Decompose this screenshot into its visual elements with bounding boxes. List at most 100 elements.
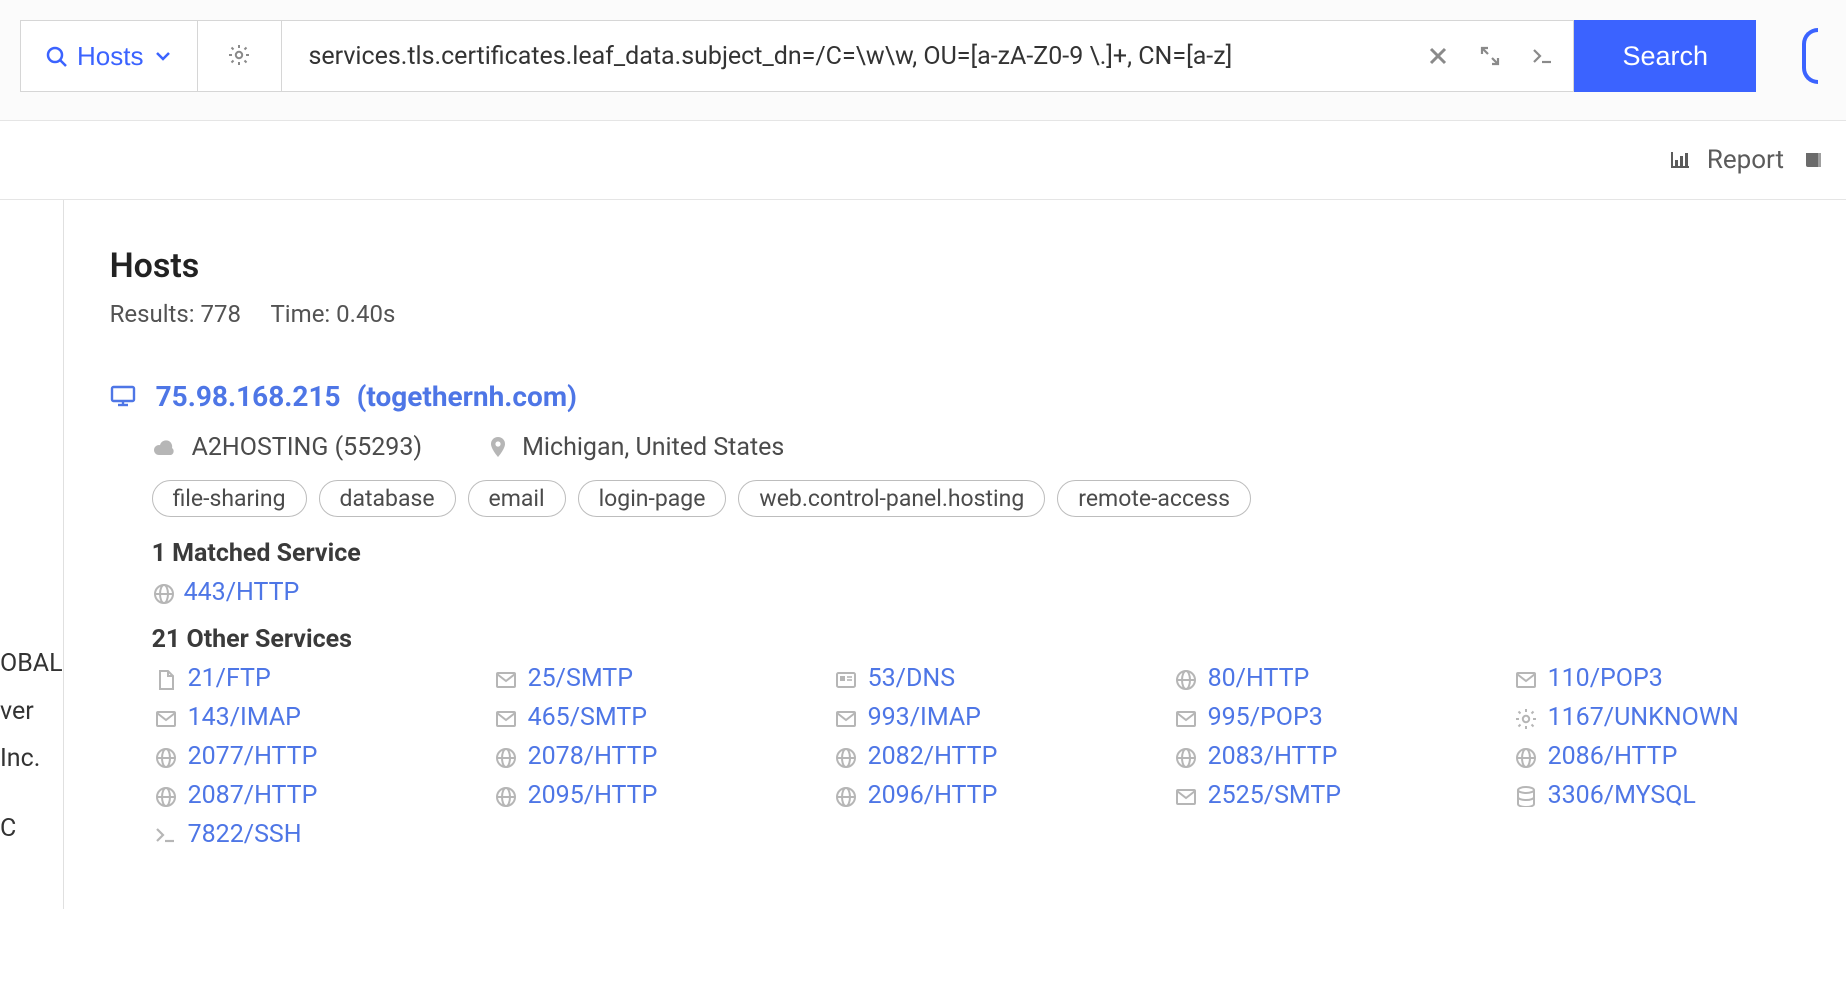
host-domain: (togethernh.com) (357, 380, 577, 413)
service-link[interactable]: 7822/SSH (188, 820, 302, 849)
service-link[interactable]: 143/IMAP (188, 703, 301, 732)
page-title: Hosts (110, 246, 1846, 286)
tag[interactable]: database (319, 480, 456, 517)
service-link[interactable]: 2087/HTTP (188, 781, 318, 810)
search-icon (45, 45, 67, 67)
envelope-icon (492, 668, 518, 690)
service-link[interactable]: 53/DNS (868, 664, 956, 693)
service-link[interactable]: 2083/HTTP (1208, 742, 1338, 771)
globe-icon (492, 746, 518, 768)
expand-button[interactable] (1479, 45, 1501, 67)
host-subline: A2HOSTING (55293) Michigan, United State… (152, 433, 1846, 462)
scope-dropdown[interactable]: Hosts (20, 20, 198, 92)
service-link[interactable]: 80/HTTP (1208, 664, 1310, 693)
service-link[interactable]: 2096/HTTP (868, 781, 998, 810)
service-item: 25/SMTP (492, 664, 832, 693)
globe-icon (1512, 746, 1538, 768)
tag[interactable]: email (468, 480, 566, 517)
service-item: 110/POP3 (1512, 664, 1846, 693)
matched-service: 443/HTTP (152, 578, 1846, 607)
globe-icon (832, 785, 858, 807)
clear-button[interactable] (1427, 45, 1449, 67)
service-link[interactable]: 2077/HTTP (188, 742, 318, 771)
service-link[interactable]: 995/POP3 (1208, 703, 1323, 732)
tag[interactable]: file-sharing (152, 480, 307, 517)
results-toolbar: Report (0, 121, 1846, 200)
service-link[interactable]: 25/SMTP (528, 664, 633, 693)
service-link[interactable]: 443/HTTP (184, 578, 300, 607)
other-services-grid: 21/FTP 25/SMTP 53/DNS 80/HTTP 110/POP3 143/IM… (152, 664, 1846, 849)
globe-icon (1172, 746, 1198, 768)
service-link[interactable]: 2078/HTTP (528, 742, 658, 771)
sidebar-fragment: ver Inc. (0, 688, 63, 783)
envelope-icon (1172, 785, 1198, 807)
main: OBAL ver Inc. C Hosts Results: 778 Time:… (0, 200, 1846, 909)
search-input[interactable] (308, 42, 1409, 71)
left-sidebar-truncated: OBAL ver Inc. C (0, 200, 63, 909)
docs-button[interactable] (1802, 149, 1826, 171)
service-link[interactable]: 2082/HTTP (868, 742, 998, 771)
chevron-down-icon (153, 46, 173, 66)
monitor-icon (110, 384, 140, 410)
location-pin-icon (486, 435, 508, 461)
search-input-wrap (282, 20, 1574, 92)
book-icon (1802, 149, 1826, 171)
globe-icon (152, 785, 178, 807)
service-link[interactable]: 2525/SMTP (1208, 781, 1342, 810)
service-link[interactable]: 21/FTP (188, 664, 271, 693)
service-link[interactable]: 2086/HTTP (1548, 742, 1678, 771)
host-title-link[interactable]: 75.98.168.215 (togethernh.com) (110, 380, 1846, 413)
globe-icon (152, 746, 178, 768)
database-icon (1512, 785, 1538, 807)
gear-icon (227, 43, 253, 69)
service-item: 2096/HTTP (832, 781, 1172, 810)
service-link[interactable]: 465/SMTP (528, 703, 647, 732)
settings-button[interactable] (198, 20, 282, 92)
service-item: 995/POP3 (1172, 703, 1512, 732)
service-item: 2087/HTTP (152, 781, 492, 810)
gear-icon (1512, 707, 1538, 729)
matched-services-label: 1 Matched Service (152, 539, 1846, 568)
close-icon (1427, 45, 1449, 67)
tag[interactable]: web.control-panel.hosting (738, 480, 1045, 517)
service-item: 80/HTTP (1172, 664, 1512, 693)
service-item: 1167/UNKNOWN (1512, 703, 1846, 732)
service-link[interactable]: 110/POP3 (1548, 664, 1663, 693)
service-link[interactable]: 1167/UNKNOWN (1548, 703, 1739, 732)
envelope-icon (832, 707, 858, 729)
envelope-icon (492, 707, 518, 729)
search-input-actions (1409, 45, 1555, 67)
host-tags: file-sharing database email login-page web.c… (152, 480, 1846, 517)
service-item: 143/IMAP (152, 703, 492, 732)
service-item: 2086/HTTP (1512, 742, 1846, 771)
tag[interactable]: remote-access (1057, 480, 1251, 517)
service-item: 53/DNS (832, 664, 1172, 693)
other-services-label: 21 Other Services (152, 625, 1846, 654)
raw-query-button[interactable] (1531, 45, 1555, 67)
service-item: 465/SMTP (492, 703, 832, 732)
envelope-icon (152, 707, 178, 729)
cloud-icon (152, 437, 178, 459)
terminal-icon (152, 824, 178, 846)
expand-icon (1479, 45, 1501, 67)
service-item: 2077/HTTP (152, 742, 492, 771)
service-link[interactable]: 3306/MYSQL (1548, 781, 1696, 810)
host-ip: 75.98.168.215 (156, 380, 341, 413)
search-bar: Hosts Search (0, 0, 1846, 121)
host-location: Michigan, United States (522, 433, 784, 462)
sidebar-fragment: C (0, 805, 63, 853)
service-item: 2525/SMTP (1172, 781, 1512, 810)
service-link[interactable]: 2095/HTTP (528, 781, 658, 810)
globe-icon (492, 785, 518, 807)
tag[interactable]: login-page (578, 480, 727, 517)
file-icon (152, 668, 178, 690)
report-link[interactable]: Report (1669, 145, 1784, 175)
envelope-icon (1512, 668, 1538, 690)
service-link[interactable]: 993/IMAP (868, 703, 981, 732)
results-time: Time: 0.40s (270, 300, 395, 328)
search-button[interactable]: Search (1574, 20, 1756, 92)
right-edge-decor (1802, 20, 1826, 92)
globe-icon (1172, 668, 1198, 690)
card-icon (832, 668, 858, 690)
envelope-icon (1172, 707, 1198, 729)
